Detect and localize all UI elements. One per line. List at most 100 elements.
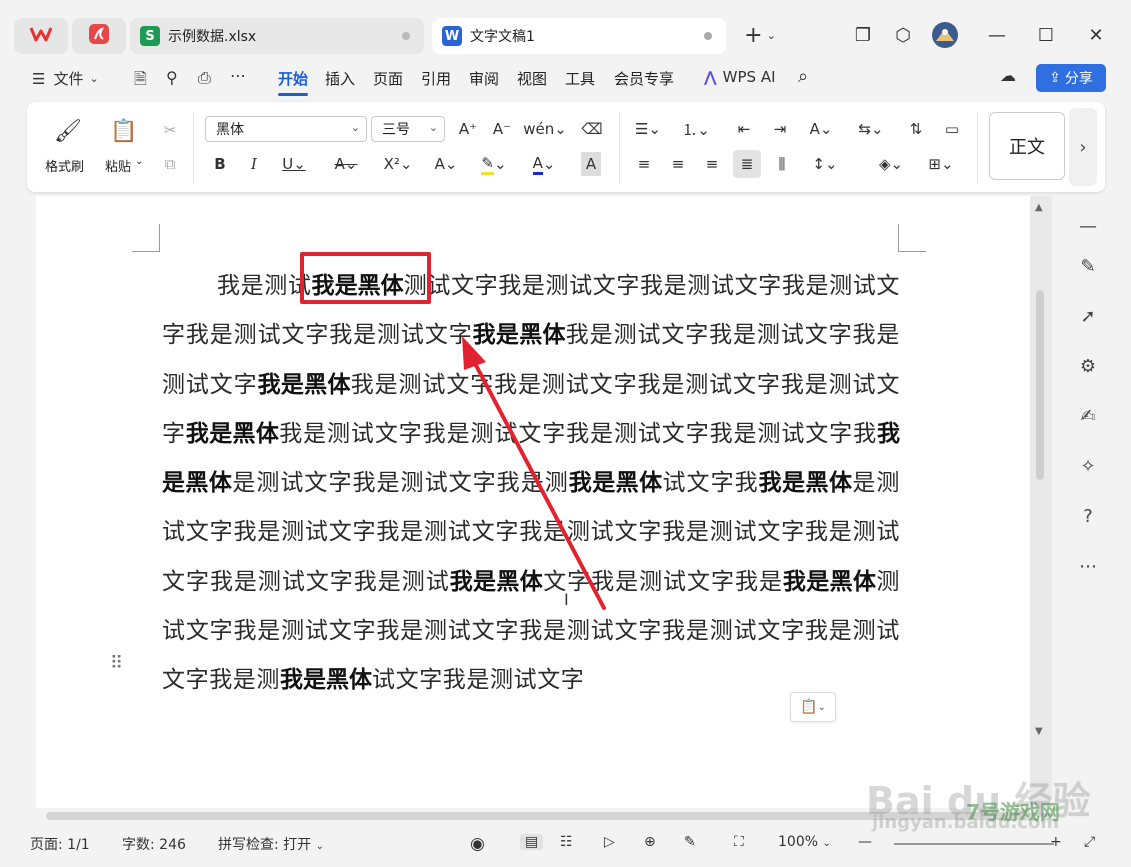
font-name-select[interactable]: 黑体 ⌄ — [205, 116, 367, 142]
pen-icon[interactable]: ✎ — [1072, 250, 1104, 282]
distribute-icon[interactable]: ⫼ — [769, 152, 795, 176]
collapse-icon[interactable]: — — [1072, 210, 1104, 242]
clear-format-icon[interactable]: ⌫ — [579, 117, 605, 141]
numbered-list-icon[interactable]: ⒈⌄ — [679, 117, 713, 141]
char-shading-icon[interactable]: A — [581, 152, 601, 176]
bold-icon[interactable]: B — [207, 152, 233, 176]
rtl-icon[interactable]: ⇆⌄ — [853, 117, 889, 141]
scroll-down-icon[interactable]: ▼ — [1035, 726, 1043, 737]
line-spacing-icon[interactable]: ↕⌄ — [807, 152, 843, 176]
tab-tools[interactable]: 工具 — [565, 68, 595, 89]
text-run[interactable]: 我是测试 — [217, 273, 312, 299]
drag-handle-icon[interactable]: ⠿ — [110, 655, 125, 673]
fit-page-icon[interactable]: ⛶ — [734, 834, 744, 850]
align-center-icon[interactable]: ≡ — [665, 152, 691, 176]
sort-icon[interactable]: ⇅ — [903, 117, 929, 141]
justify-icon[interactable]: ≣ — [733, 150, 761, 178]
align-left-icon[interactable]: ≡ — [631, 152, 657, 176]
wps-ai-button[interactable]: ⋀ WPS AI — [704, 68, 776, 86]
tab-spreadsheet[interactable]: S 示例数据.xlsx — [130, 18, 424, 54]
page-indicator[interactable]: 页面: 1/1 — [30, 834, 90, 854]
vertical-scroll-thumb[interactable] — [1036, 290, 1044, 480]
strikethrough-icon[interactable]: A⌄ — [329, 152, 363, 176]
handwriting-icon[interactable]: ✍ — [1072, 400, 1104, 432]
text-run[interactable]: 试文字我 — [663, 470, 759, 496]
decrease-indent-icon[interactable]: ⇤ — [731, 117, 757, 141]
comment-button[interactable]: ☁ — [1000, 66, 1016, 85]
tab-pdf[interactable] — [72, 18, 126, 54]
paste-options-button[interactable]: 📋 ⌄ — [790, 692, 836, 722]
spell-check-toggle[interactable]: 拼写检查: 打开 ⌄ — [218, 834, 324, 854]
paste-label[interactable]: 粘贴 — [105, 156, 131, 175]
search-button[interactable]: ⌕ — [798, 66, 808, 87]
minimize-button[interactable]: — — [982, 22, 1012, 48]
settings-sliders-icon[interactable]: ⚙ — [1072, 350, 1104, 382]
cut-icon[interactable]: ✂ — [157, 118, 183, 142]
share-link-button[interactable]: ⚲ — [166, 68, 178, 87]
page-view-icon[interactable]: ▤ — [520, 834, 544, 850]
shrink-font-icon[interactable]: A⁻ — [489, 117, 515, 141]
bold-text-run[interactable]: 我是黑体 — [280, 667, 372, 693]
tab-insert[interactable]: 插入 — [325, 68, 355, 89]
bold-text-run[interactable]: 我是黑体 — [759, 470, 853, 496]
copy-icon[interactable]: ⧉ — [157, 152, 183, 176]
underline-icon[interactable]: U⌄ — [277, 152, 311, 176]
text-direction-icon[interactable]: A⌄ — [803, 117, 839, 141]
print-button[interactable]: ⎙ — [198, 68, 211, 88]
tab-member[interactable]: 会员专享 — [614, 68, 674, 89]
tab-references[interactable]: 引用 — [421, 68, 451, 89]
edit-mode-icon[interactable]: ✎ — [684, 834, 696, 850]
tab-page[interactable]: 页面 — [373, 68, 403, 89]
fullscreen-icon[interactable]: ⤢ — [1084, 834, 1095, 850]
select-pointer-icon[interactable]: ➚ — [1072, 300, 1104, 332]
paste-icon[interactable]: 📋 — [109, 116, 139, 146]
file-menu[interactable]: ☰ 文件 ⌄ — [32, 68, 99, 89]
share-button[interactable]: ⇪ 分享 — [1036, 64, 1106, 92]
web-view-icon[interactable]: ⊕ — [644, 834, 656, 850]
help-icon[interactable]: ? — [1072, 500, 1104, 532]
superscript-icon[interactable]: X²⌄ — [379, 152, 417, 176]
italic-icon[interactable]: I — [241, 152, 267, 176]
format-painter-label[interactable]: 格式刷 — [45, 156, 84, 175]
tab-home[interactable]: 开始 — [278, 68, 309, 96]
outline-view-icon[interactable]: ☷ — [560, 834, 573, 850]
zoom-level[interactable]: 100% ⌄ — [778, 834, 831, 850]
eye-icon[interactable]: ◉ — [470, 834, 485, 854]
close-button[interactable]: ✕ — [1081, 22, 1111, 48]
window-list-button[interactable]: ❐ — [848, 22, 878, 48]
more-icon[interactable]: ⋯ — [1072, 550, 1104, 582]
text-run[interactable]: 试文字我是测试文字 — [372, 667, 584, 693]
phonetic-guide-icon[interactable]: wén⌄ — [523, 117, 567, 141]
tab-review[interactable]: 审阅 — [469, 68, 499, 89]
maximize-button[interactable]: ☐ — [1031, 22, 1061, 48]
format-painter-icon[interactable]: 🖌 — [53, 116, 83, 146]
paragraph-shading-icon[interactable]: ◈⌄ — [873, 152, 909, 176]
bold-text-run[interactable]: 我是黑体 — [186, 421, 279, 447]
tools-icon[interactable]: ✧ — [1072, 450, 1104, 482]
font-color-icon[interactable]: A ⌄ — [527, 152, 561, 176]
font-size-select[interactable]: 三号 ⌄ — [371, 116, 445, 142]
save-button[interactable]: 🗎 — [134, 68, 147, 95]
show-marks-icon[interactable]: ▭ — [939, 117, 965, 141]
play-icon[interactable]: ▷ — [604, 834, 615, 850]
new-tab-button[interactable]: + ⌄ — [738, 22, 782, 48]
tab-document[interactable]: W 文字文稿1 — [432, 18, 726, 54]
zoom-in-icon[interactable]: + — [1050, 834, 1062, 850]
highlight-color-icon[interactable]: ✎ ⌄ — [477, 152, 511, 176]
zoom-slider[interactable] — [894, 843, 1054, 845]
bold-text-run[interactable]: 我是黑体 — [783, 569, 877, 595]
align-right-icon[interactable]: ≡ — [699, 152, 725, 176]
increase-indent-icon[interactable]: ⇥ — [767, 117, 793, 141]
app-center-button[interactable]: ⬡ — [888, 22, 918, 48]
grow-font-icon[interactable]: A⁺ — [455, 117, 481, 141]
borders-icon[interactable]: ⊞⌄ — [923, 152, 959, 176]
style-gallery-normal[interactable]: 正文 — [989, 112, 1065, 180]
zoom-out-icon[interactable]: — — [858, 834, 872, 850]
tab-view[interactable]: 视图 — [517, 68, 547, 89]
ribbon-expand-button[interactable]: › — [1069, 108, 1097, 186]
text-effect-icon[interactable]: A⌄ — [429, 152, 463, 176]
scroll-up-icon[interactable]: ▲ — [1035, 202, 1043, 213]
bullet-list-icon[interactable]: ☰⌄ — [631, 117, 665, 141]
word-count[interactable]: 字数: 246 — [122, 834, 186, 854]
tab-wps-home[interactable] — [14, 18, 68, 54]
